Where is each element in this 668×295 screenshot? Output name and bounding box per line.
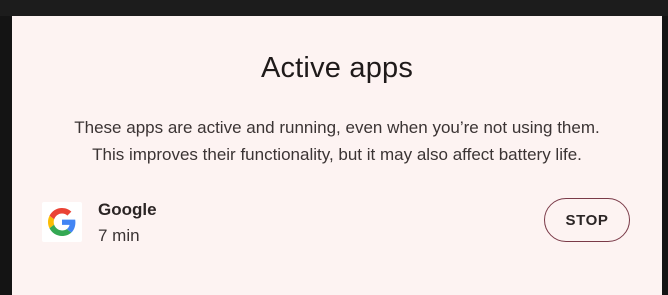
- app-list-item: Google 7 min STOP: [42, 198, 642, 250]
- active-apps-dialog: Active apps These apps are active and ru…: [12, 16, 662, 295]
- app-name: Google: [98, 200, 157, 219]
- stop-button[interactable]: STOP: [544, 198, 630, 242]
- status-bar-area: [0, 0, 668, 16]
- google-g-icon: [42, 202, 82, 242]
- description-line-2: This improves their functionality, but i…: [92, 145, 582, 164]
- description-line-1: These apps are active and running, even …: [74, 118, 600, 137]
- dialog-title: Active apps: [260, 52, 414, 84]
- dialog-description: These apps are active and running, even …: [12, 114, 662, 168]
- app-active-time: 7 min: [98, 226, 140, 245]
